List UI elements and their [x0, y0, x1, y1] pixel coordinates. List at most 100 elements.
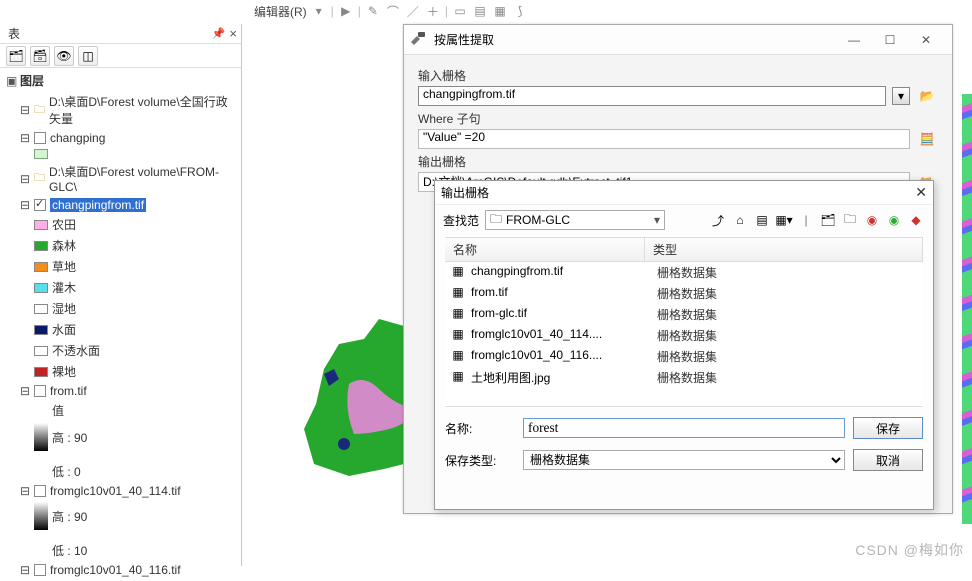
lookin-label: 查找范 [443, 212, 479, 229]
cancel-button[interactable]: 取消 [853, 449, 923, 471]
layer-changping[interactable]: ⊟changping [4, 129, 237, 147]
file-row[interactable]: ▦土地利用图.jpg栅格数据集 [445, 367, 923, 388]
legend-item[interactable]: 水面 [4, 319, 237, 340]
list-by-source-tab[interactable]: 🗃 [30, 46, 50, 66]
raster-icon: ▦ [449, 327, 467, 341]
legend-item[interactable]: 裸地 [4, 361, 237, 382]
savetype-label: 保存类型: [445, 452, 515, 469]
legend-swatch [34, 149, 48, 159]
editor-menu[interactable]: 编辑器(R) [254, 3, 307, 20]
home-icon[interactable]: ⌂ [731, 211, 749, 229]
new-gdb-icon[interactable]: ◉ [863, 211, 881, 229]
folder-icon: 🗀 [34, 169, 45, 188]
toc-title: 表 [0, 25, 20, 42]
save-button[interactable]: 保存 [853, 417, 923, 439]
column-name[interactable]: 名称 [445, 238, 645, 261]
sql-builder-icon[interactable]: 🧮 [916, 129, 938, 149]
layer-from-tif[interactable]: ⊟from.tif [4, 382, 237, 400]
input-raster-label: 输入栅格 [418, 67, 938, 84]
toc-panel: 表 📌 × 🗂 🗃 👁 ◫ ▣图层 ⊟🗀D:\桌面D\Forest volume… [0, 24, 242, 566]
watermark: CSDN @梅如你 [855, 540, 964, 560]
tool-icon [408, 30, 428, 50]
raster-icon: ▦ [449, 306, 467, 320]
checkbox[interactable] [34, 385, 46, 397]
checkbox[interactable] [34, 199, 46, 211]
grid-icon: ▦ [492, 3, 508, 19]
ramp-icon [34, 502, 48, 530]
list-by-drawing-order-tab[interactable]: 🗂 [6, 46, 26, 66]
dialog-title: 按属性提取 [434, 31, 836, 48]
chevron-down-icon: ▾ [654, 213, 660, 227]
legend-item[interactable]: 灌木 [4, 277, 237, 298]
lookin-combo[interactable]: 🗀 FROM-GLC ▾ [485, 210, 665, 230]
file-row[interactable]: ▦from.tif栅格数据集 [445, 283, 923, 304]
editor-dropdown-icon[interactable]: ▾ [311, 3, 327, 19]
column-type[interactable]: 类型 [645, 238, 923, 261]
pencil-icon: ✎ [365, 3, 381, 19]
raster-icon: ▦ [449, 264, 467, 278]
raster-icon: ▦ [449, 285, 467, 299]
connect-folder-icon[interactable]: 🗂 [819, 211, 837, 229]
maximize-button[interactable]: ☐ [872, 28, 908, 52]
file-row[interactable]: ▦fromglc10v01_40_114....栅格数据集 [445, 325, 923, 346]
minimize-button[interactable]: — [836, 28, 872, 52]
legend-item[interactable]: 草地 [4, 256, 237, 277]
raster-icon: ▦ [449, 348, 467, 362]
file-row[interactable]: ▦from-glc.tif栅格数据集 [445, 304, 923, 325]
layers-root[interactable]: ▣图层 [4, 70, 237, 91]
ramp-icon [34, 423, 48, 451]
filename-input[interactable] [523, 418, 845, 438]
file-row[interactable]: ▦changpingfrom.tif栅格数据集 [445, 262, 923, 283]
plus-icon: ＋ [425, 3, 441, 19]
save-dialog-titlebar[interactable]: 输出栅格 ✕ [435, 181, 933, 205]
folder-icon: 🗀 [490, 210, 502, 231]
new-raster-icon[interactable]: ◆ [907, 211, 925, 229]
pin-icon[interactable]: 📌 [212, 27, 226, 40]
attr-icon: ▤ [472, 3, 488, 19]
browse-folder-icon[interactable]: 📂 [916, 86, 938, 106]
savetype-combo[interactable]: 栅格数据集 [523, 450, 845, 470]
checkbox[interactable] [34, 485, 46, 497]
layer-fg116[interactable]: ⊟fromglc10v01_40_116.tif [4, 561, 237, 579]
map-edge-strip [962, 94, 972, 524]
list-by-selection-tab[interactable]: ◫ [78, 46, 98, 66]
folder-icon: 🗀 [34, 101, 45, 120]
select-icon: ▭ [452, 3, 468, 19]
legend-item[interactable]: 湿地 [4, 298, 237, 319]
output-raster-save-dialog: 输出栅格 ✕ 查找范 🗀 FROM-GLC ▾ ⤴ ⌂ ▤ ▦▾ | 🗂 🗀 ◉… [434, 180, 934, 510]
legend-item[interactable]: 森林 [4, 235, 237, 256]
dropdown-icon[interactable]: ▾ [892, 87, 910, 105]
dialog-titlebar[interactable]: 按属性提取 — ☐ ✕ [404, 25, 952, 55]
file-row[interactable]: ▦fromglc10v01_40_116....栅格数据集 [445, 346, 923, 367]
layer-fg114[interactable]: ⊟fromglc10v01_40_114.tif [4, 482, 237, 500]
legend-item[interactable]: 农田 [4, 214, 237, 235]
list-view-icon[interactable]: ▤ [753, 211, 771, 229]
reshape-icon: ⟆ [512, 3, 528, 19]
up-folder-icon[interactable]: ⤴ [709, 211, 727, 229]
legend-item[interactable]: 不透水面 [4, 340, 237, 361]
file-list[interactable]: 名称 类型 ▦changpingfrom.tif栅格数据集▦from.tif栅格… [445, 237, 923, 407]
output-raster-label: 输出栅格 [418, 153, 938, 170]
app-top-toolbar: 编辑器(R) ▾ | ▶ | ✎ ⌒ ／ ＋ | ▭ ▤ ▦ ⟆ [248, 0, 534, 22]
toc-tabs: 🗂 🗃 👁 ◫ [0, 44, 241, 68]
arc-icon: ⌒ [385, 3, 401, 19]
new-feature-icon[interactable]: ◉ [885, 211, 903, 229]
toc-tree: ▣图层 ⊟🗀D:\桌面D\Forest volume\全国行政矢量 ⊟chang… [0, 68, 241, 581]
new-folder-icon[interactable]: 🗀 [841, 211, 859, 229]
line-icon: ／ [405, 3, 421, 19]
save-dialog-title: 输出栅格 [441, 184, 489, 201]
checkbox[interactable] [34, 132, 46, 144]
input-raster-field[interactable]: changpingfrom.tif [418, 86, 886, 106]
close-button[interactable]: ✕ [908, 28, 944, 52]
details-view-icon[interactable]: ▦▾ [775, 211, 793, 229]
group-1[interactable]: ⊟🗀D:\桌面D\Forest volume\全国行政矢量 [4, 91, 237, 129]
where-clause-field[interactable]: "Value" =20 [418, 129, 910, 149]
layer-selected[interactable]: ⊟changpingfrom.tif [4, 196, 237, 214]
where-clause-label: Where 子句 [418, 110, 938, 127]
group-2[interactable]: ⊟🗀D:\桌面D\Forest volume\FROM-GLC\ [4, 161, 237, 196]
start-edit-icon[interactable]: ▶ [338, 3, 354, 19]
raster-icon: ▦ [449, 369, 467, 383]
close-icon[interactable]: ✕ [915, 184, 927, 201]
close-icon[interactable]: × [229, 26, 237, 41]
list-by-visibility-tab[interactable]: 👁 [54, 46, 74, 66]
